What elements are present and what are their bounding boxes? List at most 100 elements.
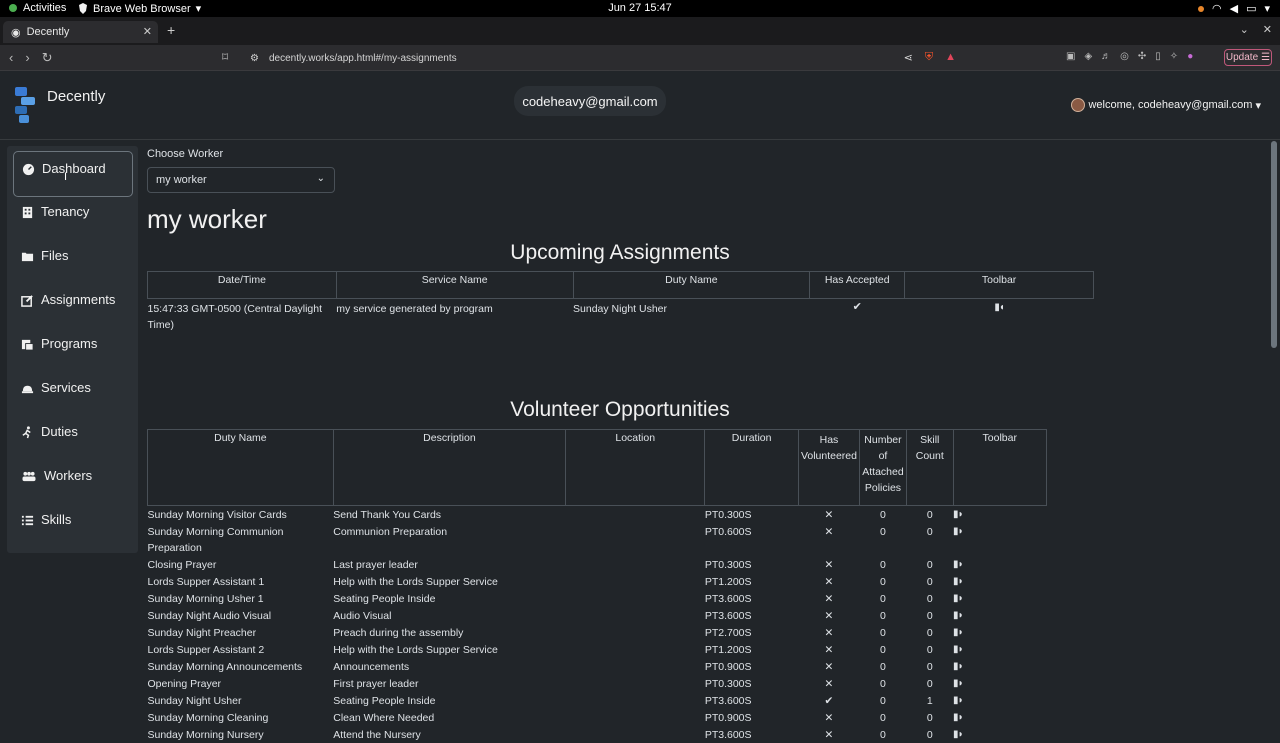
worker-select[interactable]: my worker ⌄ (147, 167, 335, 193)
column-header[interactable]: Date/Time (147, 271, 337, 299)
update-button[interactable]: Update ☰ (1224, 49, 1272, 66)
reload-icon[interactable]: ↻ (42, 50, 53, 66)
chevron-down-icon: ⌄ (316, 173, 325, 184)
skill-count-cell: 0 (926, 644, 933, 656)
forward-icon[interactable]: › (25, 50, 29, 66)
sidebar-item-programs[interactable]: Programs (13, 328, 133, 372)
duty-cell: Lords Supper Assistant 2 (147, 644, 265, 656)
column-header[interactable]: Service Name (335, 271, 574, 299)
duty-cell: Sunday Night Usher (573, 303, 667, 315)
sidebar-item-workers[interactable]: Workers (13, 460, 133, 504)
volunteered-icon: ✕ (824, 576, 834, 588)
thumbs-up-icon[interactable]: ◗ (958, 526, 964, 537)
duration-cell: PT3.600S (704, 610, 752, 622)
system-tray[interactable]: ◠ ◀ ▭ ▾ (1197, 2, 1270, 15)
thumbs-up-icon[interactable]: ◗ (958, 661, 964, 672)
volunteered-icon: ✕ (824, 559, 834, 571)
wallet-icon[interactable]: ● (1187, 51, 1193, 62)
sidebar-item-label: Assignments (41, 292, 116, 307)
programs-icon (21, 339, 34, 351)
duty-cell: Opening Prayer (147, 678, 222, 690)
sidebar-item-files[interactable]: Files (13, 240, 133, 284)
duration-cell: PT3.600S (704, 695, 752, 707)
sidebar-item-assignments[interactable]: Assignments (13, 284, 133, 328)
close-window-icon[interactable]: ✕ (1263, 23, 1272, 36)
column-header[interactable]: Number of Attached Policies (858, 429, 907, 506)
sidebar-item-tenancy[interactable]: Tenancy (13, 196, 133, 240)
share-icon[interactable]: ⋖ (904, 51, 913, 64)
thumbs-up-icon[interactable]: ◗ (958, 559, 964, 570)
volunteered-icon: ✕ (824, 678, 834, 690)
address-bar[interactable]: ⚙ decently.works/app.html#/my-assignment… (242, 48, 962, 68)
folder-icon (21, 252, 34, 262)
thumbs-up-icon[interactable]: ◗ (958, 678, 964, 689)
thumbs-up-icon[interactable]: ◗ (958, 627, 964, 638)
duty-cell: Closing Prayer (147, 559, 217, 571)
toolbar-cell: ▮◗ (953, 573, 1046, 590)
policies-cell: 0 (880, 526, 886, 538)
thumbs-up-icon[interactable]: ◗ (958, 509, 964, 520)
column-header[interactable]: Has Volunteered (797, 429, 860, 506)
brave-rewards-icon[interactable]: ▲ (945, 51, 956, 64)
column-header[interactable]: Toolbar (952, 429, 1048, 506)
sidebar-item-dashboard[interactable]: Dashboard (13, 151, 133, 197)
duty-cell: Lords Supper Assistant 1 (147, 576, 265, 588)
browser-tab[interactable]: ◉ Decently ✕ (3, 21, 158, 43)
thumbs-up-icon[interactable]: ◗ (958, 729, 964, 740)
page-title: my worker (147, 204, 267, 234)
thumbs-up-icon[interactable]: ◗ (958, 576, 964, 587)
user-menu[interactable]: welcome, codeheavy@gmail.com ▾ (1071, 98, 1261, 112)
thumbs-up-icon[interactable]: ◗ (958, 712, 964, 723)
thumbs-up-icon[interactable]: ◗ (958, 610, 964, 621)
volume-icon: ◀ (1229, 3, 1239, 15)
new-tab-button[interactable]: + (167, 22, 175, 38)
policies-cell: 0 (880, 559, 886, 571)
extension-icon[interactable]: ▣ (1066, 51, 1075, 62)
volunteered-icon: ✕ (824, 729, 834, 741)
column-header[interactable]: Duration (704, 429, 799, 506)
column-header[interactable]: Duty Name (572, 271, 811, 299)
menu-icon: ☰ (1261, 52, 1271, 63)
thumbs-down-icon[interactable]: ◗ (958, 695, 964, 706)
decently-logo-icon[interactable] (13, 85, 37, 125)
page-scrollbar[interactable] (1271, 141, 1277, 348)
brand-name[interactable]: Decently (47, 88, 105, 105)
description-cell: Preach during the assembly (333, 627, 464, 639)
brave-shields-icon[interactable]: ⛨ (925, 51, 933, 64)
site-settings-icon[interactable]: ⚙ (250, 53, 259, 64)
sidebar-item-skills[interactable]: Skills (13, 504, 133, 548)
back-icon[interactable]: ‹ (9, 50, 13, 66)
column-header[interactable]: Duty Name (147, 429, 334, 506)
extension-icon[interactable]: ◈ (1084, 51, 1092, 62)
location-cell (566, 556, 705, 573)
bell-icon (21, 385, 34, 394)
extension-icon[interactable]: ♬ (1101, 51, 1111, 62)
thumbs-up-icon[interactable]: ◗ (958, 593, 964, 604)
toolbar-cell: ▮◗ (953, 658, 1046, 675)
column-header[interactable]: Has Accepted (809, 271, 906, 299)
bookmark-icon[interactable]: ⌑ (222, 50, 228, 64)
browser-tab-bar: ◉ Decently ✕ + ⌄ ✕ (0, 17, 1280, 45)
column-header[interactable]: Toolbar (904, 271, 1094, 299)
leo-icon[interactable]: ✧ (1170, 51, 1178, 62)
sidebar-toggle-icon[interactable]: ▯ (1155, 51, 1161, 62)
column-header[interactable]: Skill Count (905, 429, 954, 506)
column-header[interactable]: Location (565, 429, 706, 506)
thumbs-up-icon[interactable]: ◗ (958, 644, 964, 655)
table-row: Sunday Morning Nursery Attend the Nursery… (148, 726, 1047, 743)
thumbs-down-icon[interactable]: ▮◖ (994, 302, 1005, 313)
worker-select-value: my worker (156, 174, 207, 186)
sidebar-item-services[interactable]: Services (13, 372, 133, 416)
extension-icon[interactable]: ◎ (1120, 51, 1129, 62)
close-tab-icon[interactable]: ✕ (143, 25, 152, 38)
skill-count-cell: 0 (926, 559, 933, 571)
volunteered-icon: ✕ (824, 593, 834, 605)
tab-list-icon[interactable]: ⌄ (1240, 23, 1249, 36)
puzzle-icon[interactable]: ✣ (1138, 51, 1146, 62)
sidebar-item-duties[interactable]: Duties (13, 416, 133, 460)
skill-count-cell: 0 (926, 661, 933, 673)
clock[interactable]: Jun 27 15:47 (0, 2, 1280, 14)
skill-count-cell: 0 (926, 627, 933, 639)
column-header[interactable]: Description (332, 429, 567, 506)
url-text[interactable]: decently.works/app.html#/my-assignments (269, 53, 457, 64)
